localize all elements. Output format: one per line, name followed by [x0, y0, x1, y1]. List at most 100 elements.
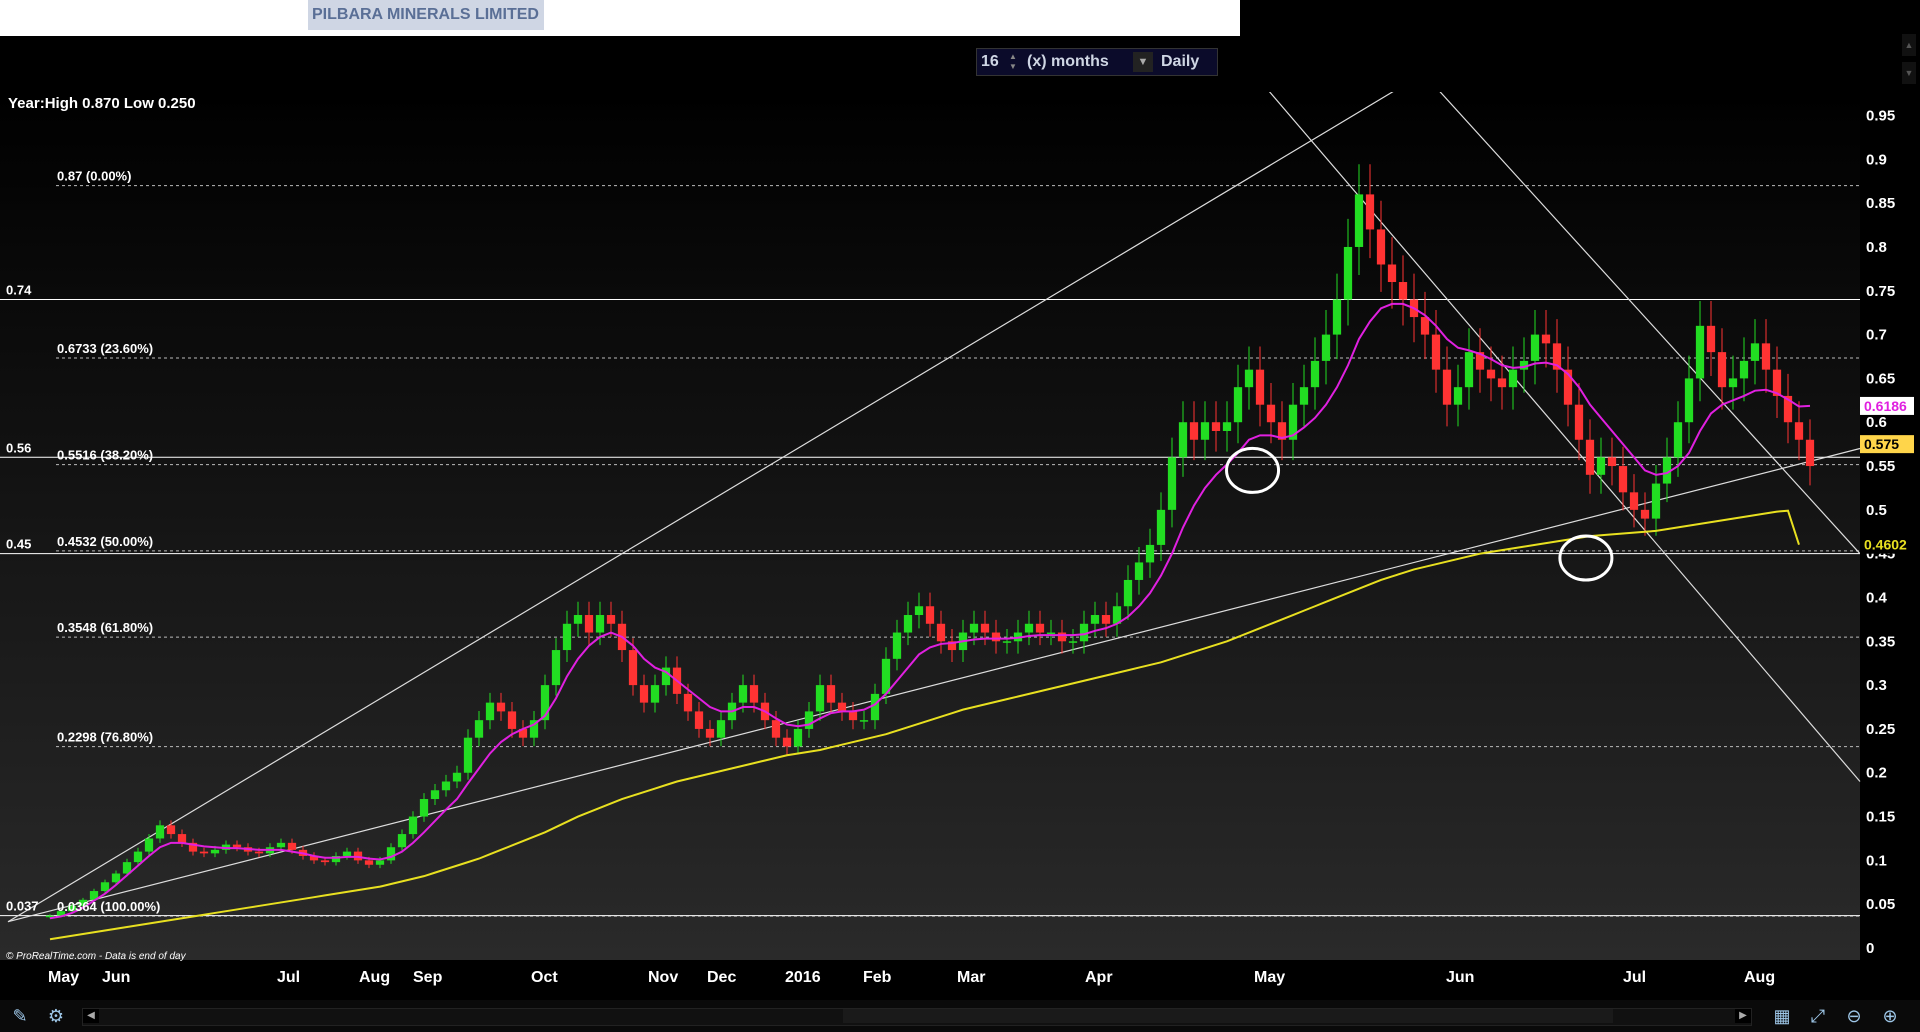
fibonacci-label: 0.3548 (61.80%)	[57, 620, 153, 635]
level-label: 0.56	[6, 440, 31, 455]
y-tick-label: 0.7	[1866, 327, 1887, 344]
candle-body	[1002, 641, 1012, 643]
candle-body	[738, 685, 748, 703]
candle-body	[782, 737, 792, 747]
price-tag: 0.6186	[1864, 398, 1907, 414]
x-tick-label: Oct	[531, 969, 558, 986]
candle-body	[705, 728, 715, 738]
horizontal-scrollbar[interactable]: ◀ ▶	[82, 1008, 1752, 1026]
candle-body	[1178, 422, 1188, 458]
price-chart[interactable]: 0.95 0.9 0.85 0.8 0.75 0.7 0.65 0.6 0.55 0.5 0.45 0…	[0, 92, 1920, 1000]
panel-down-icon[interactable]: ▼	[1902, 62, 1916, 84]
candle-body	[1794, 422, 1804, 440]
candle-body	[1343, 246, 1353, 300]
x-tick-label: 2016	[785, 969, 821, 986]
y-tick-label: 0.9	[1866, 151, 1887, 168]
candle-body	[1442, 369, 1452, 405]
candle-body	[694, 711, 704, 729]
candle-body	[408, 816, 418, 835]
y-tick-label: 0.35	[1866, 633, 1895, 650]
candle-body	[1332, 299, 1342, 335]
x-tick-label: Aug	[359, 969, 390, 986]
candle-body	[1761, 343, 1771, 370]
candle-body	[1431, 334, 1441, 370]
level-label: 0.45	[6, 537, 31, 552]
period-unit: (x) months	[1027, 53, 1109, 70]
y-tick-label: 0.6	[1866, 414, 1887, 431]
candle-body	[903, 615, 913, 633]
candle-body	[100, 882, 110, 892]
candle-body	[1453, 387, 1463, 405]
candle-body	[1068, 641, 1078, 643]
candle-body	[1717, 352, 1727, 388]
scroll-right-icon[interactable]: ▶	[1735, 1009, 1751, 1023]
candle-body	[155, 825, 165, 839]
period-value[interactable]: 16	[977, 53, 1007, 71]
chart-settings-icon[interactable]: ▦	[1770, 1004, 1794, 1028]
candle-body	[1695, 325, 1705, 379]
candle-body	[870, 693, 880, 721]
x-tick-label: Aug	[1744, 969, 1775, 986]
candle-body	[562, 623, 572, 651]
candle-body	[1101, 615, 1111, 624]
candle-body	[452, 772, 462, 782]
chevron-down-icon[interactable]: ▼	[1133, 52, 1153, 72]
candle-body	[419, 799, 429, 817]
scrollbar-thumb[interactable]	[843, 1009, 1613, 1023]
candle-body	[1266, 404, 1276, 423]
candle-body	[1805, 439, 1815, 467]
candle-body	[639, 685, 649, 703]
price-tag: 0.575	[1864, 436, 1899, 452]
candle-body	[1387, 264, 1397, 283]
candle-body	[1365, 194, 1375, 230]
candle-body	[133, 851, 143, 863]
y-tick-label: 0.4	[1866, 589, 1888, 606]
x-tick-label: May	[48, 969, 79, 986]
candle-body	[551, 650, 561, 686]
spinner-arrows-icon[interactable]: ▲ ▼	[1007, 52, 1019, 72]
panel-up-icon[interactable]: ▲	[1902, 34, 1916, 56]
x-tick-label: Jun	[102, 969, 130, 986]
level-label: 0.74	[6, 283, 32, 298]
candle-body	[397, 834, 407, 848]
drawing-tools-icon[interactable]: ⚙	[44, 1004, 68, 1028]
candle-body	[1123, 579, 1133, 607]
x-tick-label: Jul	[277, 969, 300, 986]
interval-select[interactable]: Daily	[1153, 53, 1199, 71]
zoom-fit-icon[interactable]: ⤢	[1806, 1004, 1830, 1028]
edit-chart-icon[interactable]: ✎	[8, 1004, 32, 1028]
candle-body	[1508, 369, 1518, 388]
bottom-toolbar: ✎ ⚙ ◀ ▶ ▦ ⤢ ⊖ ⊕	[0, 1000, 1920, 1032]
candle-body	[474, 720, 484, 738]
candle-body	[1398, 282, 1408, 300]
candle-body	[1189, 422, 1199, 440]
period-selector[interactable]: 16 ▲ ▼ (x) months ▼ Daily	[976, 48, 1218, 76]
candle-body	[716, 720, 726, 738]
x-tick-label: Feb	[863, 969, 892, 986]
fibonacci-label: 0.4532 (50.00%)	[57, 534, 153, 549]
candle-body	[1486, 369, 1496, 379]
candle-body	[1222, 422, 1232, 431]
candle-body	[815, 685, 825, 712]
candle-body	[507, 711, 517, 729]
candle-body	[683, 693, 693, 712]
candle-body	[1706, 325, 1716, 353]
scroll-left-icon[interactable]: ◀	[83, 1009, 99, 1023]
candle-body	[111, 873, 121, 883]
zoom-in-icon[interactable]: ⊕	[1878, 1004, 1902, 1028]
title-area: PILBARA MINERALS LIMITED	[0, 0, 1240, 36]
candle-body	[1585, 439, 1595, 475]
candle-body	[980, 623, 990, 633]
candle-body	[804, 711, 814, 729]
candle-body	[210, 849, 220, 854]
fibonacci-label: 0.87 (0.00%)	[57, 169, 131, 184]
candle-body	[1684, 378, 1694, 423]
candle-body	[1541, 334, 1551, 344]
candle-body	[364, 860, 374, 865]
y-tick-label: 0.85	[1866, 195, 1895, 212]
candle-body	[1739, 360, 1749, 379]
candle-body	[606, 615, 616, 624]
level-label: 0.037	[6, 899, 39, 914]
candle-body	[848, 711, 858, 721]
zoom-out-icon[interactable]: ⊖	[1842, 1004, 1866, 1028]
